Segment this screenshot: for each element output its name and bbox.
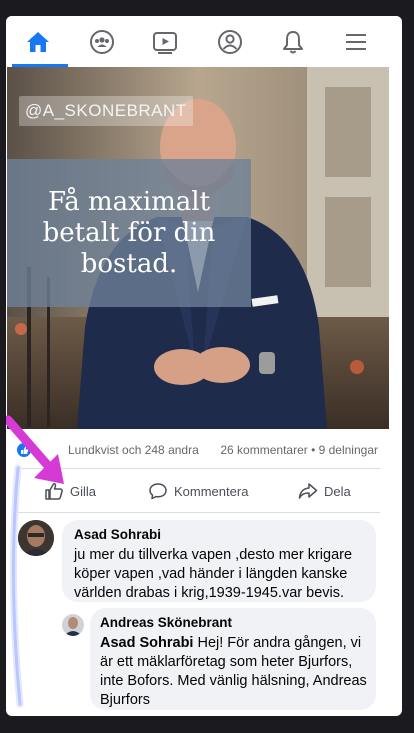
reply-bubble: Andreas Skönebrant Asad Sohrabi Hej! För… [90, 608, 376, 710]
profile-icon[interactable] [214, 26, 246, 58]
instagram-handle: @A_SKONEBRANT [19, 96, 193, 126]
comment-text: ju mer du tillverka vapen ,desto mer kri… [74, 547, 353, 601]
reply-avatar[interactable] [62, 614, 84, 636]
comment-button[interactable]: Kommentera [148, 482, 248, 500]
comment-label: Kommentera [174, 483, 249, 499]
promo-overlay: Få maximalt betalt för din bostad. [7, 159, 251, 307]
share-button[interactable]: Dela [298, 482, 351, 500]
bottom-bar [0, 716, 414, 733]
watch-icon[interactable] [149, 26, 181, 58]
post-image[interactable]: @A_SKONEBRANT Få maximalt betalt för din… [7, 67, 389, 429]
reply-mention[interactable]: Asad Sohrabi [100, 635, 193, 651]
comment-bubble: Asad Sohrabi ju mer du tillverka vapen ,… [62, 520, 376, 602]
reply-author[interactable]: Andreas Skönebrant [100, 615, 232, 630]
comments-shares-count[interactable]: 26 kommentarer • 9 delningar [220, 443, 378, 457]
comment-author[interactable]: Asad Sohrabi [74, 527, 161, 542]
notifications-icon[interactable] [277, 26, 309, 58]
phone-screen: @A_SKONEBRANT Få maximalt betalt för din… [6, 16, 402, 716]
menu-icon[interactable] [340, 26, 372, 58]
reply-text: Asad Sohrabi Hej! För andra gången, vi ä… [100, 634, 370, 710]
groups-icon[interactable] [86, 26, 118, 58]
top-navigation [6, 16, 402, 67]
promo-text: Få maximalt betalt för din bostad. [42, 186, 216, 279]
share-icon [298, 483, 318, 499]
comment-icon [149, 483, 167, 500]
home-icon[interactable] [22, 26, 54, 58]
share-label: Dela [324, 483, 351, 499]
actions-divider [18, 512, 380, 513]
pointer-arrow-icon [6, 415, 64, 484]
